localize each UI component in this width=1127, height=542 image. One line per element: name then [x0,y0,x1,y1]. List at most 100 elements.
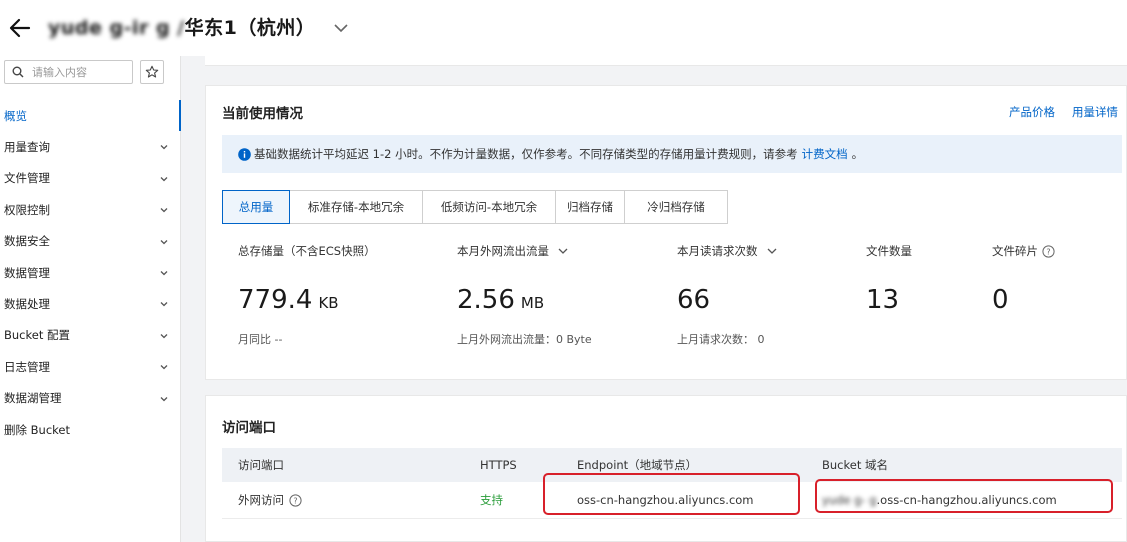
port-cell: 外网访问? [238,492,302,508]
sidebar-item-label: 数据处理 [4,297,50,312]
https-status: 支持 [480,493,503,507]
endpoint-value[interactable]: oss-cn-hangzhou.aliyuncs.com [577,493,754,507]
metric-value: 66 [677,285,710,315]
chevron-down-icon [160,302,168,307]
chevron-down-icon [160,208,168,213]
metric-value: 13 [866,285,899,315]
metric-value: 779.4 KB [238,285,339,315]
chevron-down-icon [160,333,168,339]
table-header: 访问端口 HTTPS Endpoint（地域节点） Bucket 域名 [222,448,1122,482]
usage-detail-link[interactable]: 用量详情 [1072,104,1118,120]
sidebar-item-label: 日志管理 [4,359,50,374]
metric-value: 0 [992,285,1009,315]
column-header-endpoint: Endpoint（地域节点） [577,458,698,472]
chevron-down-icon [160,145,168,150]
sidebar-item-log-management[interactable]: 日志管理 [0,351,180,382]
info-icon [238,147,251,161]
sidebar-item-label: 数据湖管理 [4,391,62,406]
tab-infrequent-access[interactable]: 低频访问-本地冗余 [422,190,556,224]
metric-number: 779.4 [238,285,313,315]
access-card: 访问端口 访问端口 HTTPS Endpoint（地域节点） Bucket 域名… [205,395,1127,542]
metric-value: 2.56 MB [457,285,544,315]
metric-label-text: 本月读请求次数 [677,244,758,258]
billing-doc-link[interactable]: 计费文档 [802,146,848,162]
metric-number: 0 [992,285,1009,315]
help-icon[interactable]: ? [1042,244,1055,258]
metric-read-requests: 本月读请求次数 66 上月请求次数： 0 [677,243,778,346]
metric-sub-label: 月同比 [238,333,271,346]
chevron-down-icon [160,396,168,401]
metric-total-storage: 总存储量（不含ECS快照） 779.4 KB 月同比 -- [238,243,376,346]
sidebar-item-label: 数据安全 [4,234,50,249]
favorite-button[interactable] [140,60,164,84]
sidebar-item-label: Bucket 配置 [4,328,70,343]
column-header-https: HTTPS [480,458,517,472]
info-notice: 基础数据统计平均延迟 1-2 小时。不作为计量数据，仅作参考。不同存储类型的存储… [222,135,1122,173]
metric-number: 66 [677,285,711,315]
metric-sub: 月同比 -- [238,331,282,347]
sidebar-item-label: 概览 [4,108,27,123]
sidebar-item-data-management[interactable]: 数据管理 [0,257,180,288]
back-arrow-icon[interactable] [6,14,34,42]
search-box[interactable] [4,60,133,84]
sidebar-item-data-security[interactable]: 数据安全 [0,226,180,257]
page-header: yude g-ir g /华东1（杭州） [0,0,1127,56]
usage-card: 当前使用情况 产品价格 用量详情 基础数据统计平均延迟 1-2 小时。不作为计量… [205,85,1127,380]
sidebar-item-file-management[interactable]: 文件管理 [0,163,180,194]
sidebar-item-delete-bucket[interactable]: 删除 Bucket [0,414,180,445]
port-label: 外网访问 [238,493,284,507]
metric-label: 文件碎片? [992,243,1055,259]
bucket-domain-value[interactable]: yude g- g .oss-cn-hangzhou.aliyuncs.com [822,493,1057,507]
column-header-bucket-domain: Bucket 域名 [822,458,888,472]
bucket-title: yude g-ir g /华东1（杭州） [48,13,315,40]
metric-label: 总存储量（不含ECS快照） [238,244,376,258]
previous-card-edge [205,56,1127,66]
sidebar-item-label: 数据管理 [4,265,50,280]
tab-cold-archive-storage[interactable]: 冷归档存储 [624,190,728,224]
sidebar-item-data-processing[interactable]: 数据处理 [0,288,180,319]
bucket-name: yude g-ir g / [48,17,185,39]
svg-text:?: ? [1046,247,1050,256]
metric-unit: KB [318,294,339,312]
tab-standard-storage[interactable]: 标准存储-本地冗余 [289,190,423,224]
search-icon [12,66,24,78]
metric-file-fragments: 文件碎片? 0 [992,243,1055,315]
notice-end: 。 [851,147,864,161]
sidebar-item-label: 用量查询 [4,140,50,155]
metric-label: 文件数量 [866,244,912,258]
bucket-region: 华东1（杭州） [184,17,316,39]
chevron-down-icon [558,248,568,254]
chevron-down-icon[interactable] [330,17,352,39]
svg-text:?: ? [293,496,297,505]
star-icon [145,65,159,78]
metric-number: 13 [866,285,900,315]
column-header-port: 访问端口 [238,458,284,472]
sidebar-item-bucket-config[interactable]: Bucket 配置 [0,320,180,351]
sidebar-item-label: 权限控制 [4,202,50,217]
sidebar-item-access-control[interactable]: 权限控制 [0,194,180,225]
chevron-down-icon [767,248,776,254]
metric-label[interactable]: 本月外网流出流量 [457,243,569,259]
chevron-down-icon [160,365,168,370]
metric-unit: MB [520,294,545,312]
tab-total-usage[interactable]: 总用量 [222,190,290,224]
tab-archive-storage[interactable]: 归档存储 [555,190,625,224]
metric-sub: 上月外网流出流量：0 Byte [457,333,592,346]
metric-sub: 上月请求次数： 0 [677,333,765,346]
search-input[interactable] [32,65,122,79]
metric-sub-value: -- [274,333,283,346]
sidebar-item-overview[interactable]: 概览 [0,100,181,132]
notice-text: 基础数据统计平均延迟 1-2 小时。不作为计量数据，仅作参考。不同存储类型的存储… [254,147,798,161]
bucket-domain-masked: yude g- g [822,493,877,507]
sidebar-item-label: 删除 Bucket [4,422,70,437]
metric-file-count: 文件数量 13 [866,243,912,315]
bucket-domain-suffix: .oss-cn-hangzhou.aliyuncs.com [876,493,1057,507]
sidebar-item-data-lake[interactable]: 数据湖管理 [0,383,180,414]
metric-label[interactable]: 本月读请求次数 [677,243,778,259]
help-icon[interactable]: ? [289,493,302,507]
sidebar-item-usage-query[interactable]: 用量查询 [0,131,180,162]
usage-title: 当前使用情况 [222,106,303,122]
sidebar-item-label: 文件管理 [4,171,50,186]
chevron-down-icon [160,176,168,182]
product-price-link[interactable]: 产品价格 [1009,104,1055,120]
